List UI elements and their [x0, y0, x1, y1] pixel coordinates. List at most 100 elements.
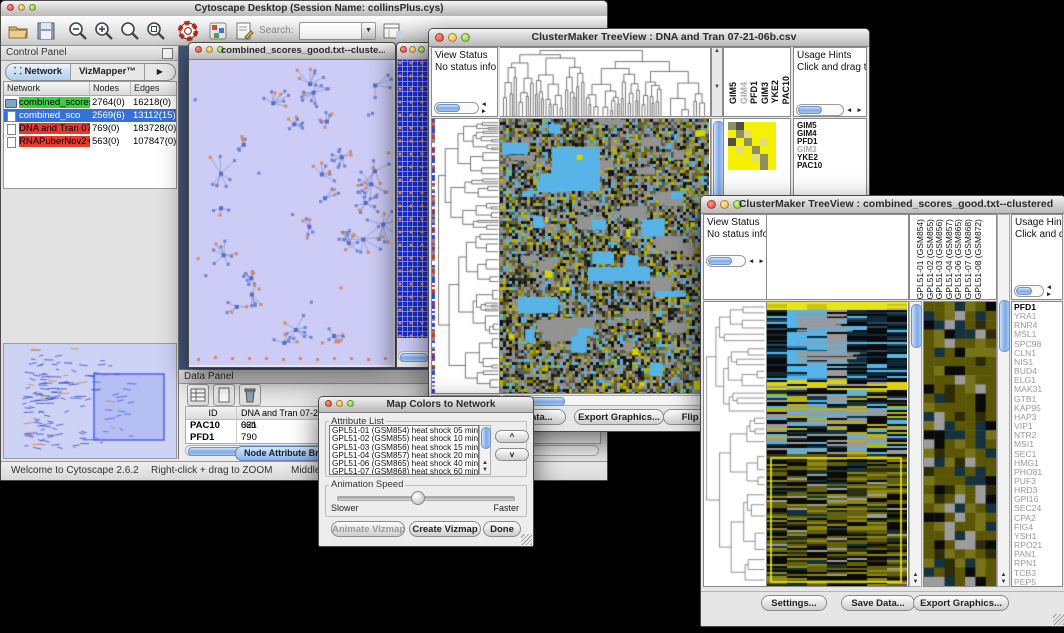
network-view-title-bar[interactable]: combined_scores_good.txt--cluste... [189, 43, 395, 60]
matrix-cell[interactable] [760, 130, 768, 138]
matrix-cell[interactable] [752, 122, 760, 130]
search-input[interactable] [299, 22, 363, 40]
resize-grip[interactable] [1053, 614, 1064, 625]
float-panel-icon[interactable] [162, 48, 173, 59]
usage-hints-scrollbar[interactable]: ◄ ► [796, 104, 864, 116]
matrix-cell[interactable] [728, 146, 736, 154]
export-graphics--button[interactable]: Export Graphics... [574, 409, 664, 425]
treeview2-title-bar[interactable]: ClusterMaker TreeView : combined_scores_… [701, 196, 1064, 214]
view-status-scrollbar[interactable]: ◄ ► [706, 255, 766, 267]
matrix-cell[interactable] [736, 130, 744, 138]
matrix-cell[interactable] [728, 138, 736, 146]
birdseye-view[interactable] [3, 343, 177, 459]
open-folder-icon[interactable] [7, 20, 29, 42]
treeview1-title-bar[interactable]: ClusterMaker TreeView : DNA and Tran 07-… [429, 29, 869, 47]
col-nodes[interactable]: Nodes [90, 82, 131, 95]
minimize-button[interactable] [409, 46, 416, 53]
matrix-cell[interactable] [744, 146, 752, 154]
close-button[interactable] [707, 200, 716, 209]
matrix-cell[interactable] [752, 130, 760, 138]
zoom-fit-icon[interactable] [119, 20, 141, 42]
row-label[interactable]: PAC10 [797, 162, 822, 170]
tv2-zoom-heatmap[interactable] [923, 301, 997, 587]
close-button[interactable] [400, 46, 407, 53]
matrix-cell[interactable] [744, 130, 752, 138]
tv2-column-dendrogram[interactable] [767, 214, 909, 300]
column-label[interactable]: PAC10 [781, 76, 792, 104]
network-canvas[interactable] [189, 60, 393, 365]
close-button[interactable] [435, 33, 444, 42]
matrix-cell[interactable] [752, 154, 760, 162]
close-button[interactable] [325, 400, 332, 407]
matrix-cell[interactable] [736, 146, 744, 154]
matrix-cell[interactable] [752, 138, 760, 146]
delete-attribute-icon[interactable] [239, 384, 261, 406]
zoom-button[interactable] [418, 46, 425, 53]
done-button[interactable]: Done [483, 521, 521, 537]
minimize-button[interactable] [448, 33, 457, 42]
tv1-global-heatmap[interactable] [500, 118, 711, 394]
minimize-button[interactable] [336, 400, 343, 407]
tabs-more-button[interactable]: ▶ [144, 64, 175, 80]
matrix-cell[interactable] [728, 154, 736, 162]
network-table-row[interactable]: combined_sco2569(6)13112(15) [4, 109, 176, 122]
minimize-button[interactable] [206, 46, 213, 53]
matrix-cell[interactable] [728, 122, 736, 130]
matrix-cell[interactable] [768, 138, 776, 146]
tv1-column-dendrogram[interactable] [500, 47, 711, 117]
help-lifesaver-icon[interactable] [177, 20, 199, 42]
matrix-cell[interactable] [768, 154, 776, 162]
tv1-column-scroll-strip[interactable]: ▲▼ [711, 47, 723, 117]
close-button[interactable] [7, 4, 14, 11]
view-status-scrollbar[interactable]: ◄ ► [434, 102, 497, 114]
settings--button[interactable]: Settings... [761, 595, 827, 611]
minimize-button[interactable] [18, 4, 25, 11]
matrix-cell[interactable] [744, 122, 752, 130]
column-label[interactable]: YKE2 [770, 80, 781, 104]
id-column-header[interactable]: ID [186, 407, 237, 419]
matrix-cell[interactable] [760, 146, 768, 154]
attribute-list-scrollbar[interactable]: ▲▼ [479, 425, 491, 475]
matrix-cell[interactable] [768, 130, 776, 138]
matrix-cell[interactable] [736, 154, 744, 162]
column-label[interactable]: GIM3 [760, 82, 771, 104]
tv2-global-vscrollbar[interactable]: ▲▼ [909, 301, 922, 587]
annotation-icon[interactable] [233, 20, 255, 42]
matrix-cell[interactable] [760, 154, 768, 162]
tab-network[interactable]: ⸬ Network [6, 64, 70, 80]
network-table-row[interactable]: combined_scores_2764(0)16218(0) [4, 96, 176, 109]
close-button[interactable] [195, 46, 202, 53]
matrix-cell[interactable] [768, 146, 776, 154]
new-attribute-icon[interactable] [213, 384, 235, 406]
zoom-out-icon[interactable] [67, 20, 89, 42]
save-icon[interactable] [35, 20, 57, 42]
zoom-button[interactable] [347, 400, 354, 407]
matrix-cell[interactable] [728, 162, 736, 170]
resize-grip[interactable] [521, 534, 532, 545]
matrix-cell[interactable] [744, 162, 752, 170]
matrix-cell[interactable] [768, 162, 776, 170]
matrix-cell[interactable] [728, 130, 736, 138]
matrix-cell[interactable] [736, 138, 744, 146]
matrix-cell[interactable] [736, 162, 744, 170]
save-data--button[interactable]: Save Data... [841, 595, 915, 611]
column-label[interactable]: PFD1 [749, 81, 760, 104]
hscrollbar[interactable] [398, 351, 431, 362]
tab-vizmapper[interactable]: VizMapper™ [70, 64, 144, 80]
tv1-row-dendrogram[interactable] [431, 118, 500, 394]
matrix-cell[interactable] [760, 138, 768, 146]
matrix-cell[interactable] [752, 162, 760, 170]
column-label[interactable]: GPL51-08 (GSM872) [974, 219, 984, 299]
col-edges[interactable]: Edges [131, 82, 176, 95]
index-table-icon[interactable] [381, 20, 403, 42]
network-table-row[interactable]: RNAPuberNov2+563(0)107847(0) [4, 135, 176, 148]
network-table-row[interactable]: DNA and Tran 07769(0)183728(0) [4, 122, 176, 135]
matrix-cell[interactable] [768, 122, 776, 130]
minimize-button[interactable] [720, 200, 729, 209]
speed-slider-track[interactable] [337, 496, 515, 501]
tv2-labels-vscrollbar[interactable]: ▲▼ [997, 214, 1010, 587]
column-label[interactable]: GIM5 [728, 82, 739, 104]
vizmap-nodes-icon[interactable] [207, 20, 229, 42]
column-label[interactable]: GIM4 [739, 82, 750, 104]
matrix-cell[interactable] [760, 122, 768, 130]
